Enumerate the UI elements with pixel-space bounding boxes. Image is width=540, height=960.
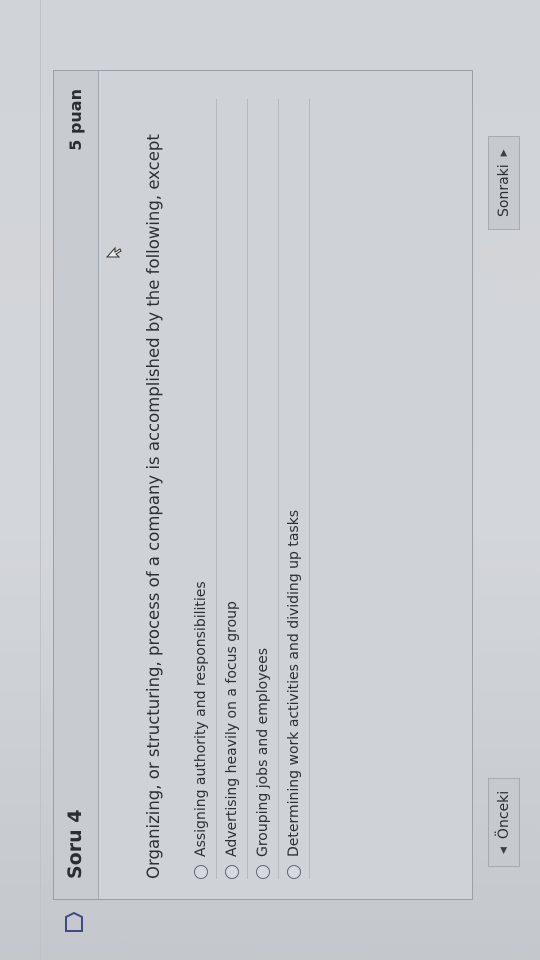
previous-label: Önceki	[496, 790, 512, 840]
radio-button[interactable]	[225, 865, 239, 879]
answer-options: Assigning authority and responsibilities…	[186, 99, 310, 879]
option-row[interactable]: Grouping jobs and employees	[248, 99, 279, 879]
question-text: Organizing, or structuring, process of a…	[144, 134, 163, 879]
triangle-right-icon: ▶	[499, 149, 509, 157]
previous-button[interactable]: ◀ Önceki	[488, 777, 520, 867]
page: Soru 4 5 puan Organizing, or structuring…	[0, 0, 540, 960]
option-label: Assigning authority and responsibilities	[193, 581, 209, 857]
option-row[interactable]: Assigning authority and responsibilities	[186, 99, 217, 879]
triangle-left-icon: ◀	[499, 847, 509, 854]
radio-button[interactable]	[194, 865, 208, 879]
radio-button[interactable]	[287, 865, 301, 879]
next-button[interactable]: Sonraki ▶	[488, 136, 520, 230]
cursor-icon	[106, 246, 122, 258]
divider	[40, 0, 41, 960]
question-header: Soru 4 5 puan	[54, 71, 99, 899]
option-label: Advertising heavily on a focus group	[224, 601, 240, 857]
question-card: Soru 4 5 puan Organizing, or structuring…	[53, 70, 473, 932]
option-label: Grouping jobs and employees	[255, 648, 271, 857]
radio-button[interactable]	[256, 865, 270, 879]
question-title: Soru 4	[64, 809, 86, 879]
flag-icon[interactable]	[64, 911, 84, 933]
option-label: Determining work activities and dividing…	[286, 509, 302, 857]
question-points: 5 puan	[66, 89, 85, 151]
option-row[interactable]: Advertising heavily on a focus group	[217, 99, 248, 879]
next-label: Sonraki	[496, 164, 512, 217]
option-row[interactable]: Determining work activities and dividing…	[279, 99, 310, 879]
